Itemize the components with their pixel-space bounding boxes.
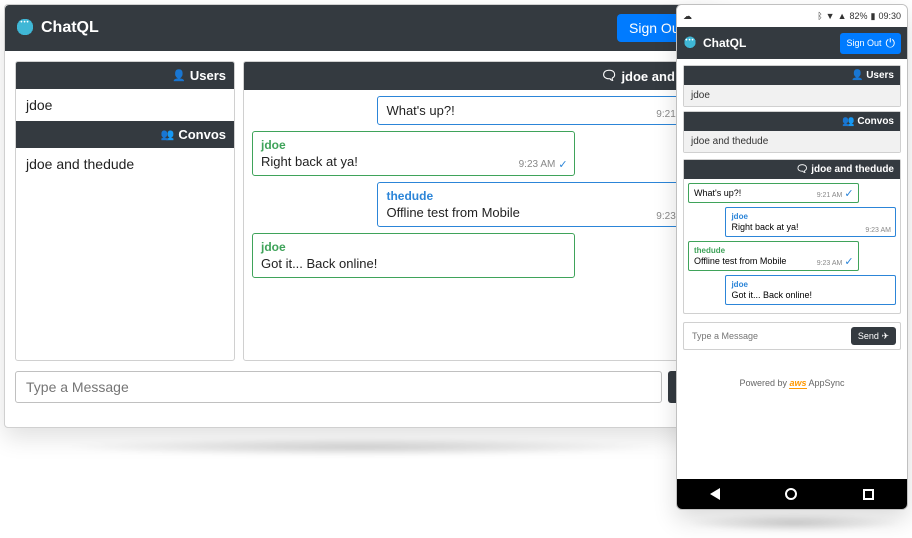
home-button[interactable]: [785, 488, 797, 500]
chatql-logo-icon: [683, 36, 697, 50]
back-button[interactable]: [710, 488, 720, 500]
mobile-compose: Send ✈: [683, 322, 901, 350]
cloud-icon: ☁: [683, 11, 692, 22]
convo-item[interactable]: jdoe and thedude: [684, 131, 900, 152]
message-sender: jdoe: [261, 240, 566, 254]
message-content: What's up?!: [386, 103, 691, 118]
mobile-device: ☁ ᛒ ▼ ▲ 82% ▮ 09:30 ChatQL Sign Out ⏻ 👤 …: [676, 4, 908, 510]
message-content: Got it... Back online!: [261, 256, 566, 271]
user-item[interactable]: jdoe: [16, 89, 234, 121]
message: jdoe Right back at ya! 9:23 AM✓: [252, 131, 575, 176]
chatql-logo-icon: [15, 18, 35, 38]
message-sender: thedude: [386, 189, 691, 203]
message-content: Offline test from Mobile: [386, 205, 691, 220]
mobile-footer: Powered by aws AppSync: [683, 354, 901, 396]
power-icon: ⏻: [886, 36, 896, 51]
clock-text: 09:30: [878, 11, 901, 21]
message: jdoe Right back at ya! 9:23 AM: [725, 207, 896, 237]
compose-row: Se: [5, 371, 719, 413]
brand-text: ChatQL: [703, 36, 746, 50]
message: thedude Offline test from Mobile 9:23 AM…: [688, 241, 859, 271]
chat-header: 🗨 jdoe and the: [244, 62, 708, 90]
desktop-window: ChatQL Sign Out ⏻ 👤 Users jdoe 👥 Convos …: [4, 4, 720, 428]
battery-text: 82%: [850, 11, 868, 21]
mobile-header: ChatQL Sign Out ⏻: [677, 27, 907, 59]
check-icon: ✓: [844, 188, 853, 200]
battery-icon: ▮: [871, 11, 876, 22]
sign-out-button[interactable]: Sign Out ⏻: [840, 33, 901, 54]
recent-button[interactable]: [863, 489, 874, 500]
users-section-head: 👤 Users: [16, 62, 234, 89]
users-section-head: 👤 Users: [684, 66, 900, 85]
user-item[interactable]: jdoe: [684, 85, 900, 106]
check-icon: ✓: [844, 256, 853, 268]
convos-section-head: 👥 Convos: [16, 121, 234, 148]
users-icon: 👥: [161, 128, 175, 141]
message: thedude Offline test from Mobile 9:23 AM: [377, 182, 700, 227]
mobile-messages: What's up?! 9:21 AM ✓ jdoe Right back at…: [684, 179, 900, 313]
sidebar: 👤 Users jdoe 👥 Convos jdoe and thedude: [15, 61, 235, 361]
convos-section-head: 👥 Convos: [684, 112, 900, 131]
messages-area: What's up?! 9:21 AM jdoe Right back at y…: [244, 90, 708, 360]
bluetooth-icon: ᛒ: [817, 11, 822, 21]
status-bar: ☁ ᛒ ▼ ▲ 82% ▮ 09:30: [677, 5, 907, 27]
chat-panel: 🗨 jdoe and the What's up?! 9:21 AM jdoe …: [243, 61, 709, 361]
message-input[interactable]: [15, 371, 662, 403]
message: jdoe Got it... Back online!: [725, 275, 896, 305]
convo-item[interactable]: jdoe and thedude: [16, 148, 234, 180]
brand: ChatQL: [15, 18, 99, 38]
mobile-chat: 🗨 jdoe and thedude What's up?! 9:21 AM ✓…: [683, 159, 901, 314]
message: What's up?! 9:21 AM: [377, 96, 700, 125]
android-navbar: [677, 479, 907, 509]
mobile-users-section: 👤 Users jdoe: [683, 65, 901, 107]
send-button[interactable]: Send ✈: [851, 327, 896, 345]
message-time: 9:23 AM✓: [519, 158, 568, 171]
footer: Powered by aws AppSync: [5, 413, 719, 428]
check-icon: ✓: [558, 158, 567, 171]
message-sender: jdoe: [261, 138, 566, 152]
message-input[interactable]: [688, 327, 847, 345]
message: jdoe Got it... Back online!: [252, 233, 575, 278]
signal-icon: ▲: [838, 11, 847, 21]
header-bar: ChatQL Sign Out ⏻: [5, 5, 719, 51]
mobile-convos-section: 👥 Convos jdoe and thedude: [683, 111, 901, 153]
aws-logo: aws: [789, 378, 806, 389]
wifi-icon: ▼: [826, 11, 835, 21]
comment-icon: 🗨: [601, 68, 618, 84]
users-label: Users: [190, 68, 226, 83]
chat-header: 🗨 jdoe and thedude: [684, 160, 900, 179]
brand-text: ChatQL: [41, 19, 99, 37]
user-icon: 👤: [172, 69, 186, 82]
convos-label: Convos: [178, 127, 226, 142]
message: What's up?! 9:21 AM ✓: [688, 183, 859, 203]
